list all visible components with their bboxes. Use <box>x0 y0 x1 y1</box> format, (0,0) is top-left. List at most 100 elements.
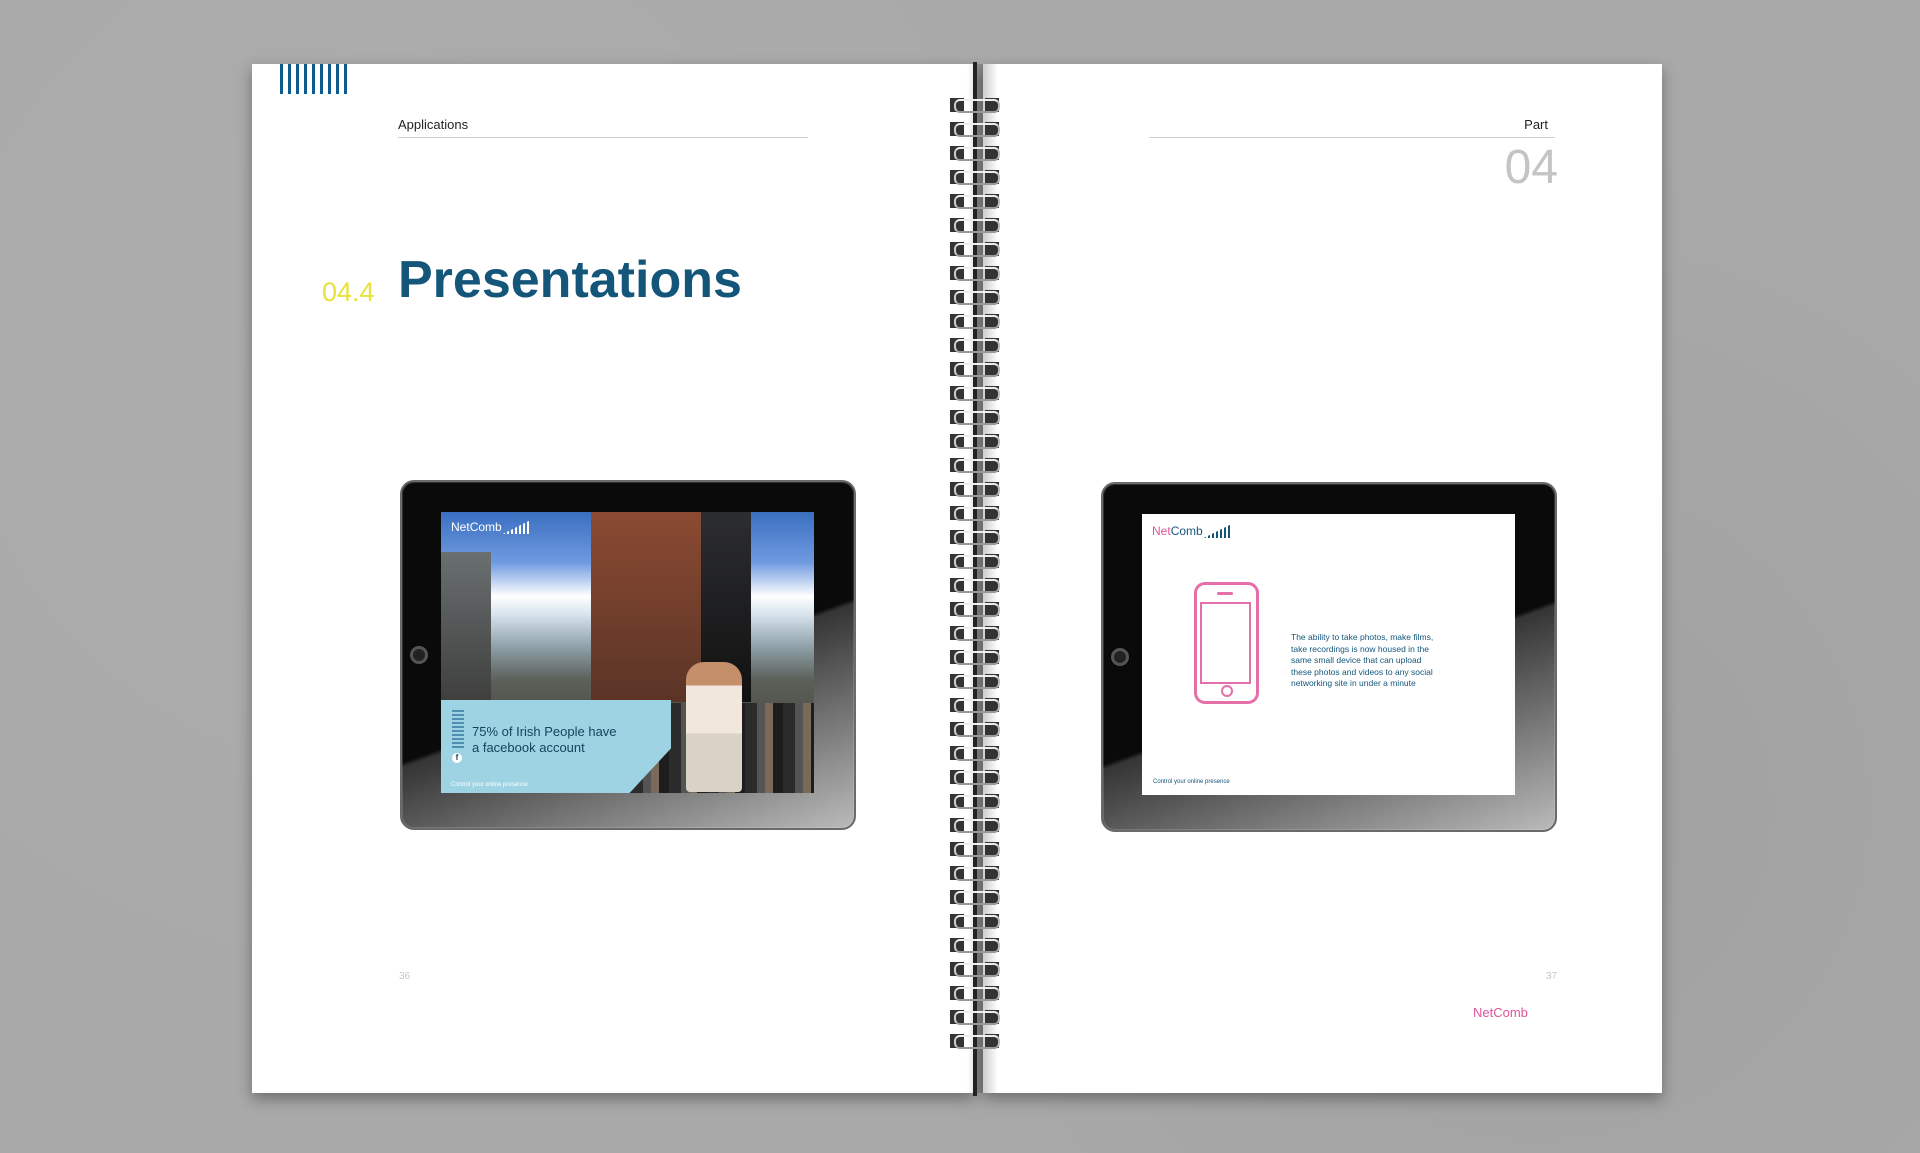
coil-wire <box>954 699 1000 713</box>
spiral-coil <box>948 624 1002 642</box>
spiral-coil <box>948 504 1002 522</box>
spiral-coil <box>948 552 1002 570</box>
coil-wire <box>954 987 1000 1001</box>
spiral-coil <box>948 120 1002 138</box>
spiral-coil <box>948 240 1002 258</box>
coil-wire <box>954 795 1000 809</box>
slide-logo-left: NetComb <box>451 520 531 534</box>
spiral-coil <box>948 144 1002 162</box>
coil-wire <box>954 531 1000 545</box>
coil-wire <box>954 915 1000 929</box>
coil-wire <box>954 747 1000 761</box>
coil-wire <box>954 603 1000 617</box>
phone-home-button <box>1221 685 1233 697</box>
spiral-coil <box>948 528 1002 546</box>
coil-wire <box>954 1011 1000 1025</box>
spiral-coil <box>948 792 1002 810</box>
coil-wire <box>954 435 1000 449</box>
coil-wire <box>954 579 1000 593</box>
stat-headline-2: a facebook account <box>472 740 585 755</box>
coil-wire <box>954 459 1000 473</box>
spiral-coil <box>948 984 1002 1002</box>
phone-screen <box>1200 602 1251 684</box>
coil-wire <box>954 243 1000 257</box>
spiral-coil <box>948 480 1002 498</box>
spiral-coil <box>948 336 1002 354</box>
spiral-coil <box>948 960 1002 978</box>
tablet-home-button <box>1111 648 1129 666</box>
spiral-coil <box>948 288 1002 306</box>
spiral-coil <box>948 432 1002 450</box>
coil-wire <box>954 771 1000 785</box>
logo-net: Net <box>1473 1005 1494 1020</box>
coil-wire <box>954 627 1000 641</box>
section-title: Presentations <box>398 251 742 309</box>
spiral-coil <box>948 264 1002 282</box>
comb-icon <box>502 520 531 534</box>
running-head-right: Part <box>1524 117 1548 132</box>
coil-wire <box>954 819 1000 833</box>
slide-screen-left: NetComb 75% of Irish People have a faceb… <box>441 512 814 793</box>
tablet-right: NetComb The ability to take photos, make… <box>1101 482 1557 832</box>
spiral-coil <box>948 456 1002 474</box>
coil-wire <box>954 99 1000 113</box>
man-in-tshirt <box>686 662 742 792</box>
spiral-coil <box>948 672 1002 690</box>
footer-logo: NetComb <box>1473 1005 1528 1020</box>
spiral-coil <box>948 744 1002 762</box>
coil-wire <box>954 411 1000 425</box>
facebook-icon: f <box>452 753 462 763</box>
spiral-coil <box>948 936 1002 954</box>
tablet-left: NetComb 75% of Irish People have a faceb… <box>400 480 856 830</box>
spiral-coil <box>948 384 1002 402</box>
spiral-coil <box>948 96 1002 114</box>
barcode-mark <box>280 64 347 94</box>
body-line: The ability to take photos, make films, <box>1291 632 1434 642</box>
body-line: networking site in under a minute <box>1291 678 1416 688</box>
coil-wire <box>954 387 1000 401</box>
coil-wire <box>954 171 1000 185</box>
spiral-coil <box>948 1008 1002 1026</box>
spiral-coil <box>948 360 1002 378</box>
part-number: 04 <box>1504 141 1558 194</box>
logo-comb: Comb <box>1170 524 1203 538</box>
street-building <box>591 512 701 702</box>
spiral-coil <box>948 720 1002 738</box>
slide-body: The ability to take photos, make films, … <box>1291 632 1491 690</box>
spiral-coil <box>948 648 1002 666</box>
spiral-coil <box>948 696 1002 714</box>
coil-wire <box>954 555 1000 569</box>
coil-wire <box>954 843 1000 857</box>
coil-wire <box>954 363 1000 377</box>
coil-wire <box>954 867 1000 881</box>
logo-net: Net <box>1152 524 1171 538</box>
coil-wire <box>954 267 1000 281</box>
spiral-coil <box>948 216 1002 234</box>
slide-logo-right: NetComb <box>1152 524 1232 538</box>
logo-net: Net <box>451 520 470 534</box>
bars-icon <box>452 710 464 750</box>
phone-earpiece <box>1217 592 1233 595</box>
coil-wire <box>954 123 1000 137</box>
spiral-coil <box>948 888 1002 906</box>
running-head-left: Applications <box>398 117 469 132</box>
slide-screen-right: NetComb The ability to take photos, make… <box>1142 514 1515 795</box>
spiral-coil <box>948 816 1002 834</box>
coil-wire <box>954 1035 1000 1049</box>
logo-comb: Comb <box>1493 1005 1528 1020</box>
spiral-coil <box>948 576 1002 594</box>
spiral-coil <box>948 408 1002 426</box>
page-number-left: 36 <box>399 971 411 982</box>
body-line: these photos and videos to any social <box>1291 666 1433 677</box>
body-line: take recordings is now housed in the <box>1291 643 1429 654</box>
left-page: Applications 04.4 Presentations NetComb … <box>252 64 975 1093</box>
header-rule-left <box>398 137 808 138</box>
smartphone-icon <box>1194 582 1259 704</box>
coil-wire <box>954 291 1000 305</box>
coil-wire <box>954 723 1000 737</box>
spiral-coil <box>948 864 1002 882</box>
coil-wire <box>954 483 1000 497</box>
right-page: Part 04 NetComb The ability to take phot… <box>983 64 1662 1093</box>
section-number: 04.4 <box>322 277 375 307</box>
coil-wire <box>954 339 1000 353</box>
